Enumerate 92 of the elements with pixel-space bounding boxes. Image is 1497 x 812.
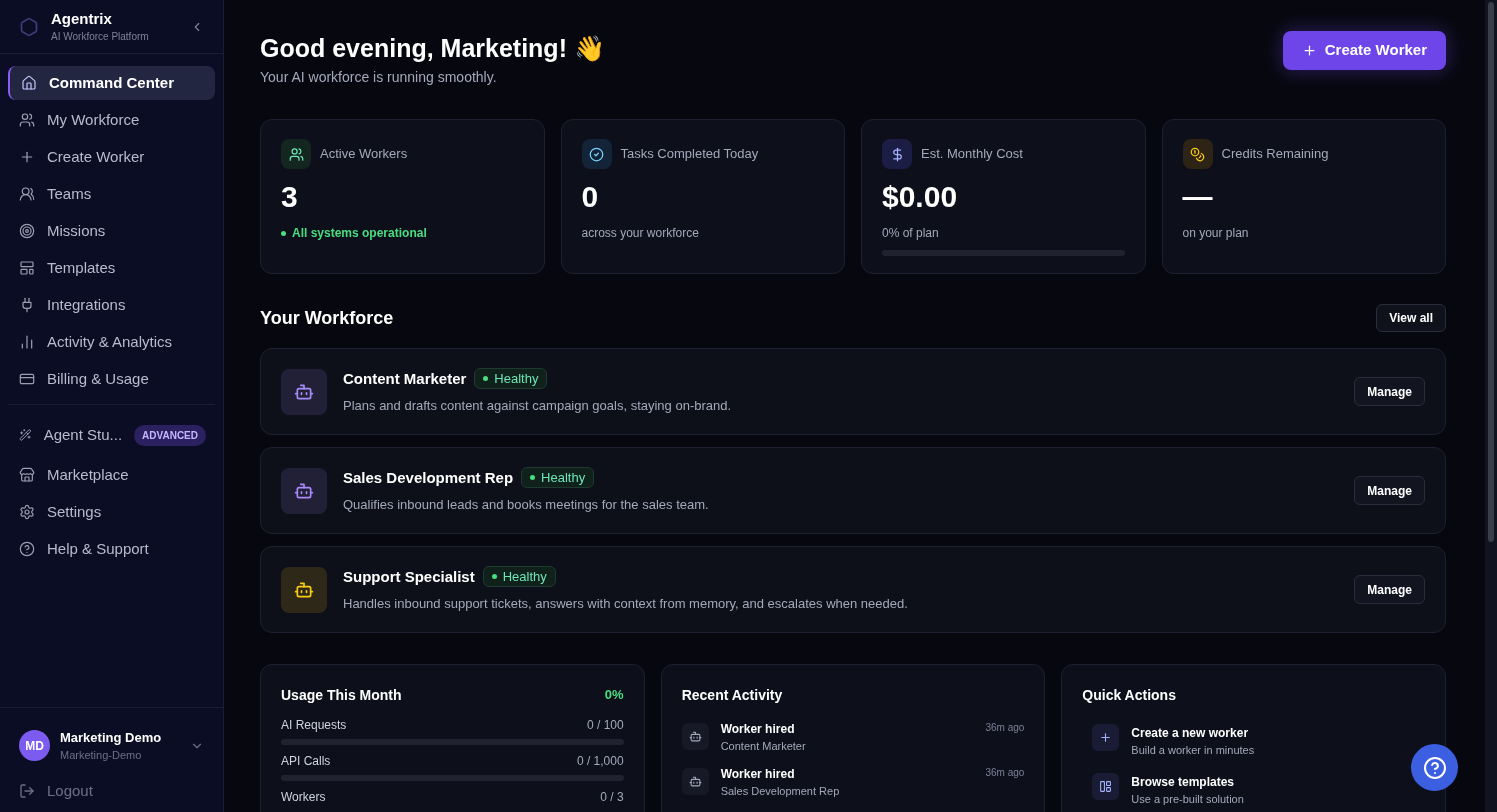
scrollbar[interactable] [1485,0,1497,812]
sidebar-item[interactable]: Integrations [8,288,215,322]
activity-time: 36m ago [985,721,1025,735]
usage-reading: 0 / 100 [586,717,624,734]
stat-note: All systems operational [281,224,524,242]
section-title: Your Workforce [260,306,394,330]
stat-label: Est. Monthly Cost [921,145,1023,164]
plug-icon [19,297,35,313]
sidebar-item[interactable]: Marketplace [8,458,215,492]
card-title: Quick Actions [1082,686,1177,705]
manage-button[interactable]: Manage [1354,476,1425,505]
activity-title: Worker hired [720,721,796,738]
sidebar-item[interactable]: Billing & Usage [8,362,215,396]
card-title: Recent Activity [681,686,784,705]
stat-note: 0% of plan [882,225,940,242]
stat-note: on your plan [1182,225,1250,242]
activity-title: Worker hired [720,765,796,783]
sidebar-item[interactable]: Missions [8,214,215,248]
usage-label: API Calls [281,753,331,770]
usage-label: AI Requests [281,717,347,734]
sidebar-item[interactable]: My Workforce [8,103,215,137]
sidebar-item[interactable]: Command Center [8,66,215,100]
logo-icon [19,16,39,37]
sidebar-item[interactable]: Activity & Analytics [8,325,215,359]
user-group-icon [19,186,35,202]
settings-icon [19,504,35,520]
magic-wand-icon [19,427,32,443]
sidebar-item[interactable]: Settings [8,495,215,529]
stat-label: Credits Remaining [1221,145,1329,164]
credit-card-icon [19,371,35,387]
target-icon [19,223,35,239]
home-icon [21,75,37,91]
sidebar-item[interactable]: Help & Support [8,532,215,566]
worker-name: Content Marketer [343,368,467,389]
usage-label: Workers [281,789,326,806]
help-icon [19,541,35,557]
sidebar-item[interactable]: Create Worker [8,140,215,174]
bar-chart-icon [19,334,35,350]
coins-icon [1182,139,1213,169]
plus-icon [19,149,35,165]
layout-icon [1092,772,1120,800]
stat-note: across your workforce [581,225,700,242]
stat-value: 0 [581,179,600,215]
greeting-subtitle: Your AI workforce is running smoothly. [260,68,498,87]
robot-icon [681,723,709,750]
activity-time: 36m ago [985,765,1025,780]
usage-percent: 0% [604,686,624,704]
greeting-title: Good evening, Marketing! 👋 [260,33,605,64]
brand-subtitle: AI Workforce Platform [51,30,149,44]
help-icon [1422,755,1447,780]
sidebar-item[interactable]: Templates [8,251,215,285]
status-badge: Healthy [482,566,556,588]
worker-description: Plans and drafts content against campaign goals, staying on-brand. [343,397,732,415]
worker-description: Qualifies inbound leads and books meetings for the sales team. [343,496,709,514]
brand-name: Agentrix [51,9,113,29]
quick-action[interactable]: Create a new worker Build a worker in minutes [1092,724,1415,759]
plus-icon [1092,724,1120,751]
users-icon [281,139,311,169]
logout-button[interactable]: Logout [19,779,204,802]
stat-value: 3 [281,179,299,215]
card-title: Usage This Month [281,686,402,705]
user-handle: Marketing-Demo [60,748,143,763]
worker-name: Support Specialist [343,566,475,587]
usage-reading: 0 / 3 [600,789,624,806]
sidebar-item[interactable]: Agent Stu... ADVANCED [8,418,215,452]
store-icon [19,467,35,483]
usage-reading: 0 / 1,000 [576,753,624,770]
stat-label: Tasks Completed Today [620,145,759,164]
users-icon [19,112,35,128]
user-avatar[interactable]: MD [19,730,50,761]
activity-subtitle: Content Marketer [720,739,806,754]
robot-icon [681,767,709,795]
stat-value: — [1182,179,1214,215]
status-badge: Healthy [521,467,595,489]
quick-action[interactable]: Browse templates Use a pre-built solution [1092,772,1415,807]
dollar-icon [882,139,912,169]
worker-description: Handles inbound support tickets, answers with context from memory, and escalates when needed. [343,595,908,613]
advanced-badge: ADVANCED [134,424,206,446]
worker-name: Sales Development Rep [343,467,514,488]
manage-button[interactable]: Manage [1354,575,1425,604]
create-worker-button[interactable]: Create Worker [1282,31,1446,70]
activity-subtitle: Sales Development Rep [720,783,840,799]
plus-icon [1301,43,1317,58]
status-badge: Healthy [474,368,548,390]
manage-button[interactable]: Manage [1354,377,1425,406]
layout-icon [19,260,35,276]
stat-label: Active Workers [320,145,408,164]
sidebar-item[interactable]: Teams [8,177,215,211]
stat-value: $0.00 [882,179,959,215]
view-all-button[interactable]: View all [1376,304,1446,332]
user-name: Marketing Demo [60,728,162,747]
logout-icon [19,782,35,799]
